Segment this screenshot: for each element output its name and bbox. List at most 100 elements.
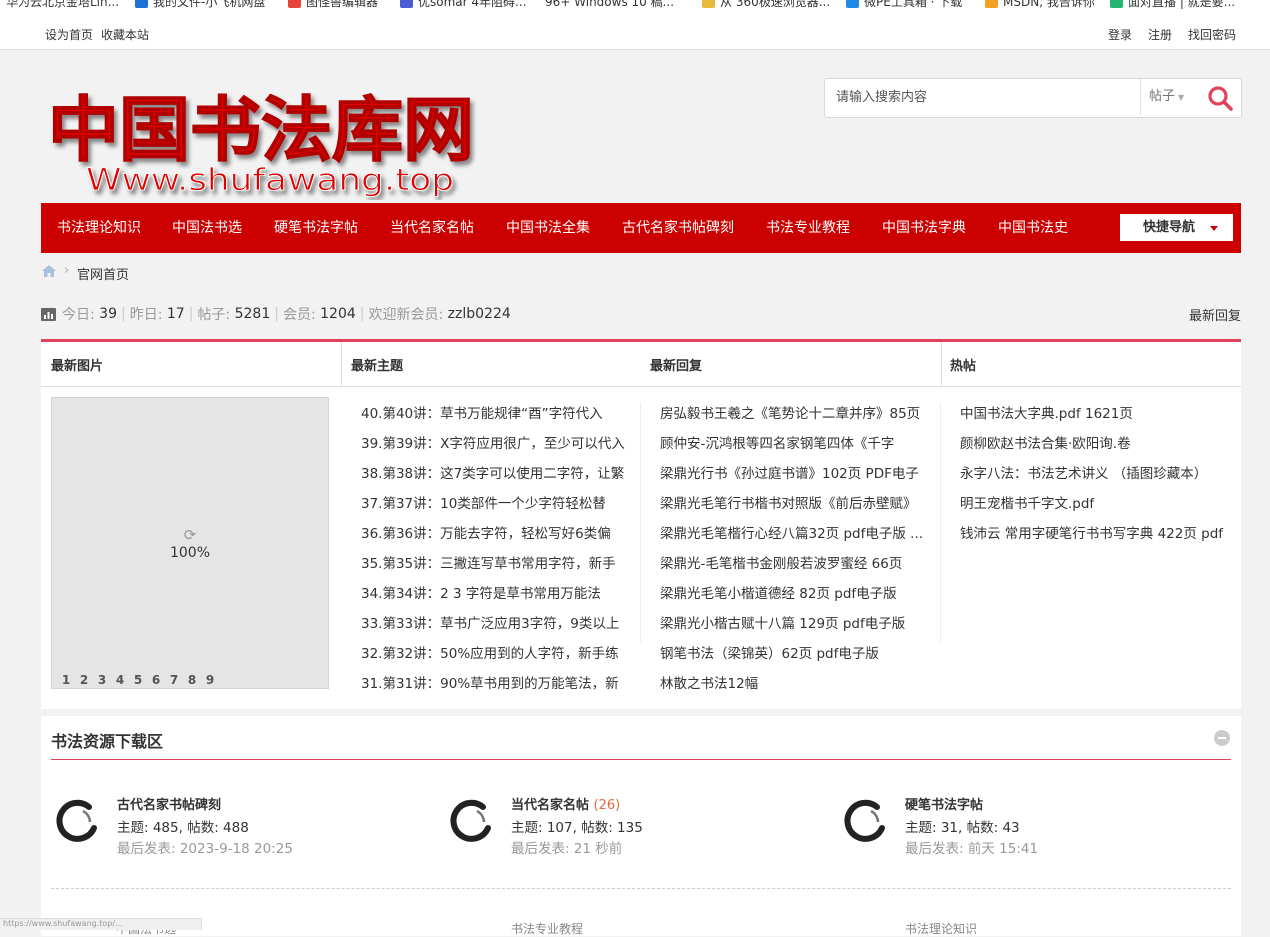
newest-member-link[interactable]: zzlb0224 [448,306,511,322]
hot-post-link[interactable]: 明王宠楷书千字文.pdf [960,489,1236,519]
reply-link[interactable]: 梁鼎光毛笔楷行心经八篇32页 pdf电子版 ... [660,519,934,549]
slider-page-9[interactable]: 9 [201,673,219,687]
search-type-select[interactable]: 帖子 ▼ [1140,79,1203,115]
image-slider[interactable]: ⟳ 100% 1 2 3 4 5 6 7 8 9 [51,397,329,689]
nav-item[interactable]: 当代名家名帖 [390,203,474,253]
slider-page-1[interactable]: 1 [57,673,75,687]
forum-ink-circle-icon [450,799,491,842]
portal-panel: 最新图片 最新主题 最新回复 热帖 ⟳ 100% 1 2 3 4 5 6 7 8… [41,339,1241,709]
bookmark-item[interactable]: 微PE工具箱 · 下载 [846,0,962,10]
search-input[interactable] [825,79,1147,115]
bookmark-item[interactable]: 从 360极速浏览器... [702,0,830,10]
forum-name-link[interactable]: 硬笔书法字帖 [905,794,983,813]
bookmark-icon [135,0,148,8]
forum-today-count: (26) [593,798,621,813]
topic-link[interactable]: 40.第40讲：草书万能规律“酉”字符代入 [361,399,633,429]
bookmark-item[interactable]: MSDN, 我告诉你 [985,0,1095,10]
slider-page-4[interactable]: 4 [111,673,129,687]
hot-post-link[interactable]: 钱沛云 常用字硬笔行书书写字典 422页 pdf [960,519,1236,549]
topic-link[interactable]: 35.第35讲：三撇连写草书常用字符，新手 [361,549,633,579]
forum-last-post[interactable]: 最后发表: 2023-9-18 20:25 [117,837,293,857]
reply-link[interactable]: 房弘毅书王羲之《笔势论十二章并序》85页 [660,399,934,429]
slider-page-6[interactable]: 6 [147,673,165,687]
bookmark-item[interactable]: 图怪兽编辑器 [288,0,378,10]
hot-post-link[interactable]: 中国书法大字典.pdf 1621页 [960,399,1236,429]
topic-link[interactable]: 32.第32讲：50%应用到的人字符，新手练 [361,639,633,669]
stats-chart-icon [41,307,56,321]
reply-link[interactable]: 林散之书法12幅 [660,669,934,699]
nav-item[interactable]: 中国书法全集 [506,203,590,253]
bookmark-item[interactable]: 面对直播 | 就是要... [1110,0,1235,10]
forum-last-post[interactable]: 最后发表: 前天 15:41 [905,837,1038,857]
topic-link[interactable]: 34.第34讲：2 3 字符是草书常用万能法 [361,579,633,609]
site-logo[interactable]: 中国书法库网 Www.shufawang.top [44,70,484,200]
nav-item[interactable]: 书法理论知识 [57,203,141,253]
main-nav: 书法理论知识 中国法书选 硬笔书法字帖 当代名家名帖 中国书法全集 古代名家书帖… [41,203,1241,253]
bookmarks-bar: 华为云北京金塔Lin... 我的文件-小飞机网盘 图怪兽编辑器 优somar 4… [0,0,1270,19]
nav-item[interactable]: 硬笔书法字帖 [274,203,358,253]
slider-page-7[interactable]: 7 [165,673,183,687]
reply-link[interactable]: 梁鼎光-毛笔楷书金刚般若波罗蜜经 66页 [660,549,934,579]
breadcrumb-separator-icon: › [64,263,70,278]
refresh-icon: ⟳ [183,526,197,544]
reply-link[interactable]: 梁鼎光行书《孙过庭书谱》102页 PDF电子 [660,459,934,489]
bookmark-item[interactable]: 优somar 4年阻碍... [400,0,526,10]
hot-post-link[interactable]: 颜柳欧赵书法合集·欧阳询.卷 [960,429,1236,459]
bookmark-item[interactable]: 我的文件-小飞机网盘 [135,0,265,10]
reply-link[interactable]: 梁鼎光毛笔行书楷书对照版《前后赤壁赋》 [660,489,934,519]
reply-link[interactable]: 梁鼎光小楷古赋十八篇 129页 pdf电子版 [660,609,934,639]
topic-link[interactable]: 31.第31讲：90%草书用到的万能笔法，新 [361,669,633,699]
divider [940,402,941,642]
nav-item[interactable]: 中国书法字典 [882,203,966,253]
hot-posts-list: 中国书法大字典.pdf 1621页 颜柳欧赵书法合集·欧阳询.卷 永字八法：书法… [960,399,1236,549]
latest-replies-link[interactable]: 最新回复 [1189,305,1241,324]
section-title: 书法资源下载区 [51,732,164,751]
forum-name-link[interactable]: 当代名家名帖 (26) [511,794,620,813]
reply-link[interactable]: 钢笔书法（梁锦英）62页 pdf电子版 [660,639,934,669]
nav-item[interactable]: 书法专业教程 [766,203,850,253]
panel-tab-latest-pics[interactable]: 最新图片 [51,355,103,374]
search-button[interactable] [1207,85,1233,111]
reply-link[interactable]: 顾仲安-沉鸿根等四名家钢笔四体《千字 [660,429,934,459]
forum-card[interactable]: 当代名家名帖 (26) 主题: 107, 帖数: 135 最后发表: 21 秒前 [447,794,827,864]
forum-card[interactable]: 古代名家书帖碑刻 主题: 485, 帖数: 488 最后发表: 2023-9-1… [53,794,433,864]
forum-stats: 主题: 31, 帖数: 43 [905,820,1020,836]
slider-page-2[interactable]: 2 [75,673,93,687]
hot-post-link[interactable]: 永字八法：书法艺术讲义 （插图珍藏本） [960,459,1236,489]
reply-link[interactable]: 梁鼎光毛笔小楷道德经 82页 pdf电子版 [660,579,934,609]
search-box: 帖子▼ [824,78,1242,118]
register-link[interactable]: 注册 [1148,26,1172,43]
forum-stats: 主题: 107, 帖数: 135 [511,820,643,836]
slider-page-8[interactable]: 8 [183,673,201,687]
logo-url-text: Www.shufawang.top [86,163,454,198]
browser-status-bar: https://www.shufawang.top/... [0,918,202,930]
forum-card[interactable]: 硬笔书法字帖 主题: 31, 帖数: 43 最后发表: 前天 15:41 [841,794,1221,864]
topic-link[interactable]: 36.第36讲：万能去字符，轻松写好6类偏 [361,519,633,549]
bookmark-site-link[interactable]: 收藏本站 [101,26,149,43]
topic-link[interactable]: 33.第33讲：草书广泛应用3字符，9类以上 [361,609,633,639]
bookmark-item[interactable]: 96+ Windows 10 稿... [545,0,674,10]
panel-tab-latest-topics[interactable]: 最新主题 [351,355,403,374]
panel-tab-latest-replies[interactable]: 最新回复 [650,355,702,374]
slider-page-3[interactable]: 3 [93,673,111,687]
login-link[interactable]: 登录 [1108,26,1132,43]
breadcrumb-home-link[interactable]: 官网首页 [77,264,129,283]
home-icon[interactable] [41,264,57,278]
slider-page-5[interactable]: 5 [129,673,147,687]
set-home-link[interactable]: 设为首页 [45,26,93,43]
nav-item[interactable]: 古代名家书帖碑刻 [622,203,734,253]
recover-password-link[interactable]: 找回密码 [1188,26,1236,43]
quick-nav-button[interactable]: 快捷导航 [1120,214,1233,241]
forum-name-link[interactable]: 古代名家书帖碑刻 [117,794,221,813]
site-stats: 今日: 39 | 昨日: 17 | 帖子: 5281 | 会员: 1204 | … [41,304,511,324]
bookmark-item[interactable]: 华为云北京金塔Lin... [6,0,119,10]
panel-tab-hot[interactable]: 热帖 [950,355,976,374]
nav-item[interactable]: 中国法书选 [172,203,242,253]
collapse-icon[interactable] [1214,730,1230,746]
caret-down-icon [1210,226,1218,231]
topic-link[interactable]: 38.第38讲：这7类字可以使用二字符，让繁 [361,459,633,489]
nav-item[interactable]: 中国书法史 [998,203,1068,253]
forum-last-post[interactable]: 最后发表: 21 秒前 [511,837,622,857]
topic-link[interactable]: 39.第39讲：X字符应用很广，至少可以代入 [361,429,633,459]
topic-link[interactable]: 37.第37讲：10类部件一个少字符轻松替 [361,489,633,519]
